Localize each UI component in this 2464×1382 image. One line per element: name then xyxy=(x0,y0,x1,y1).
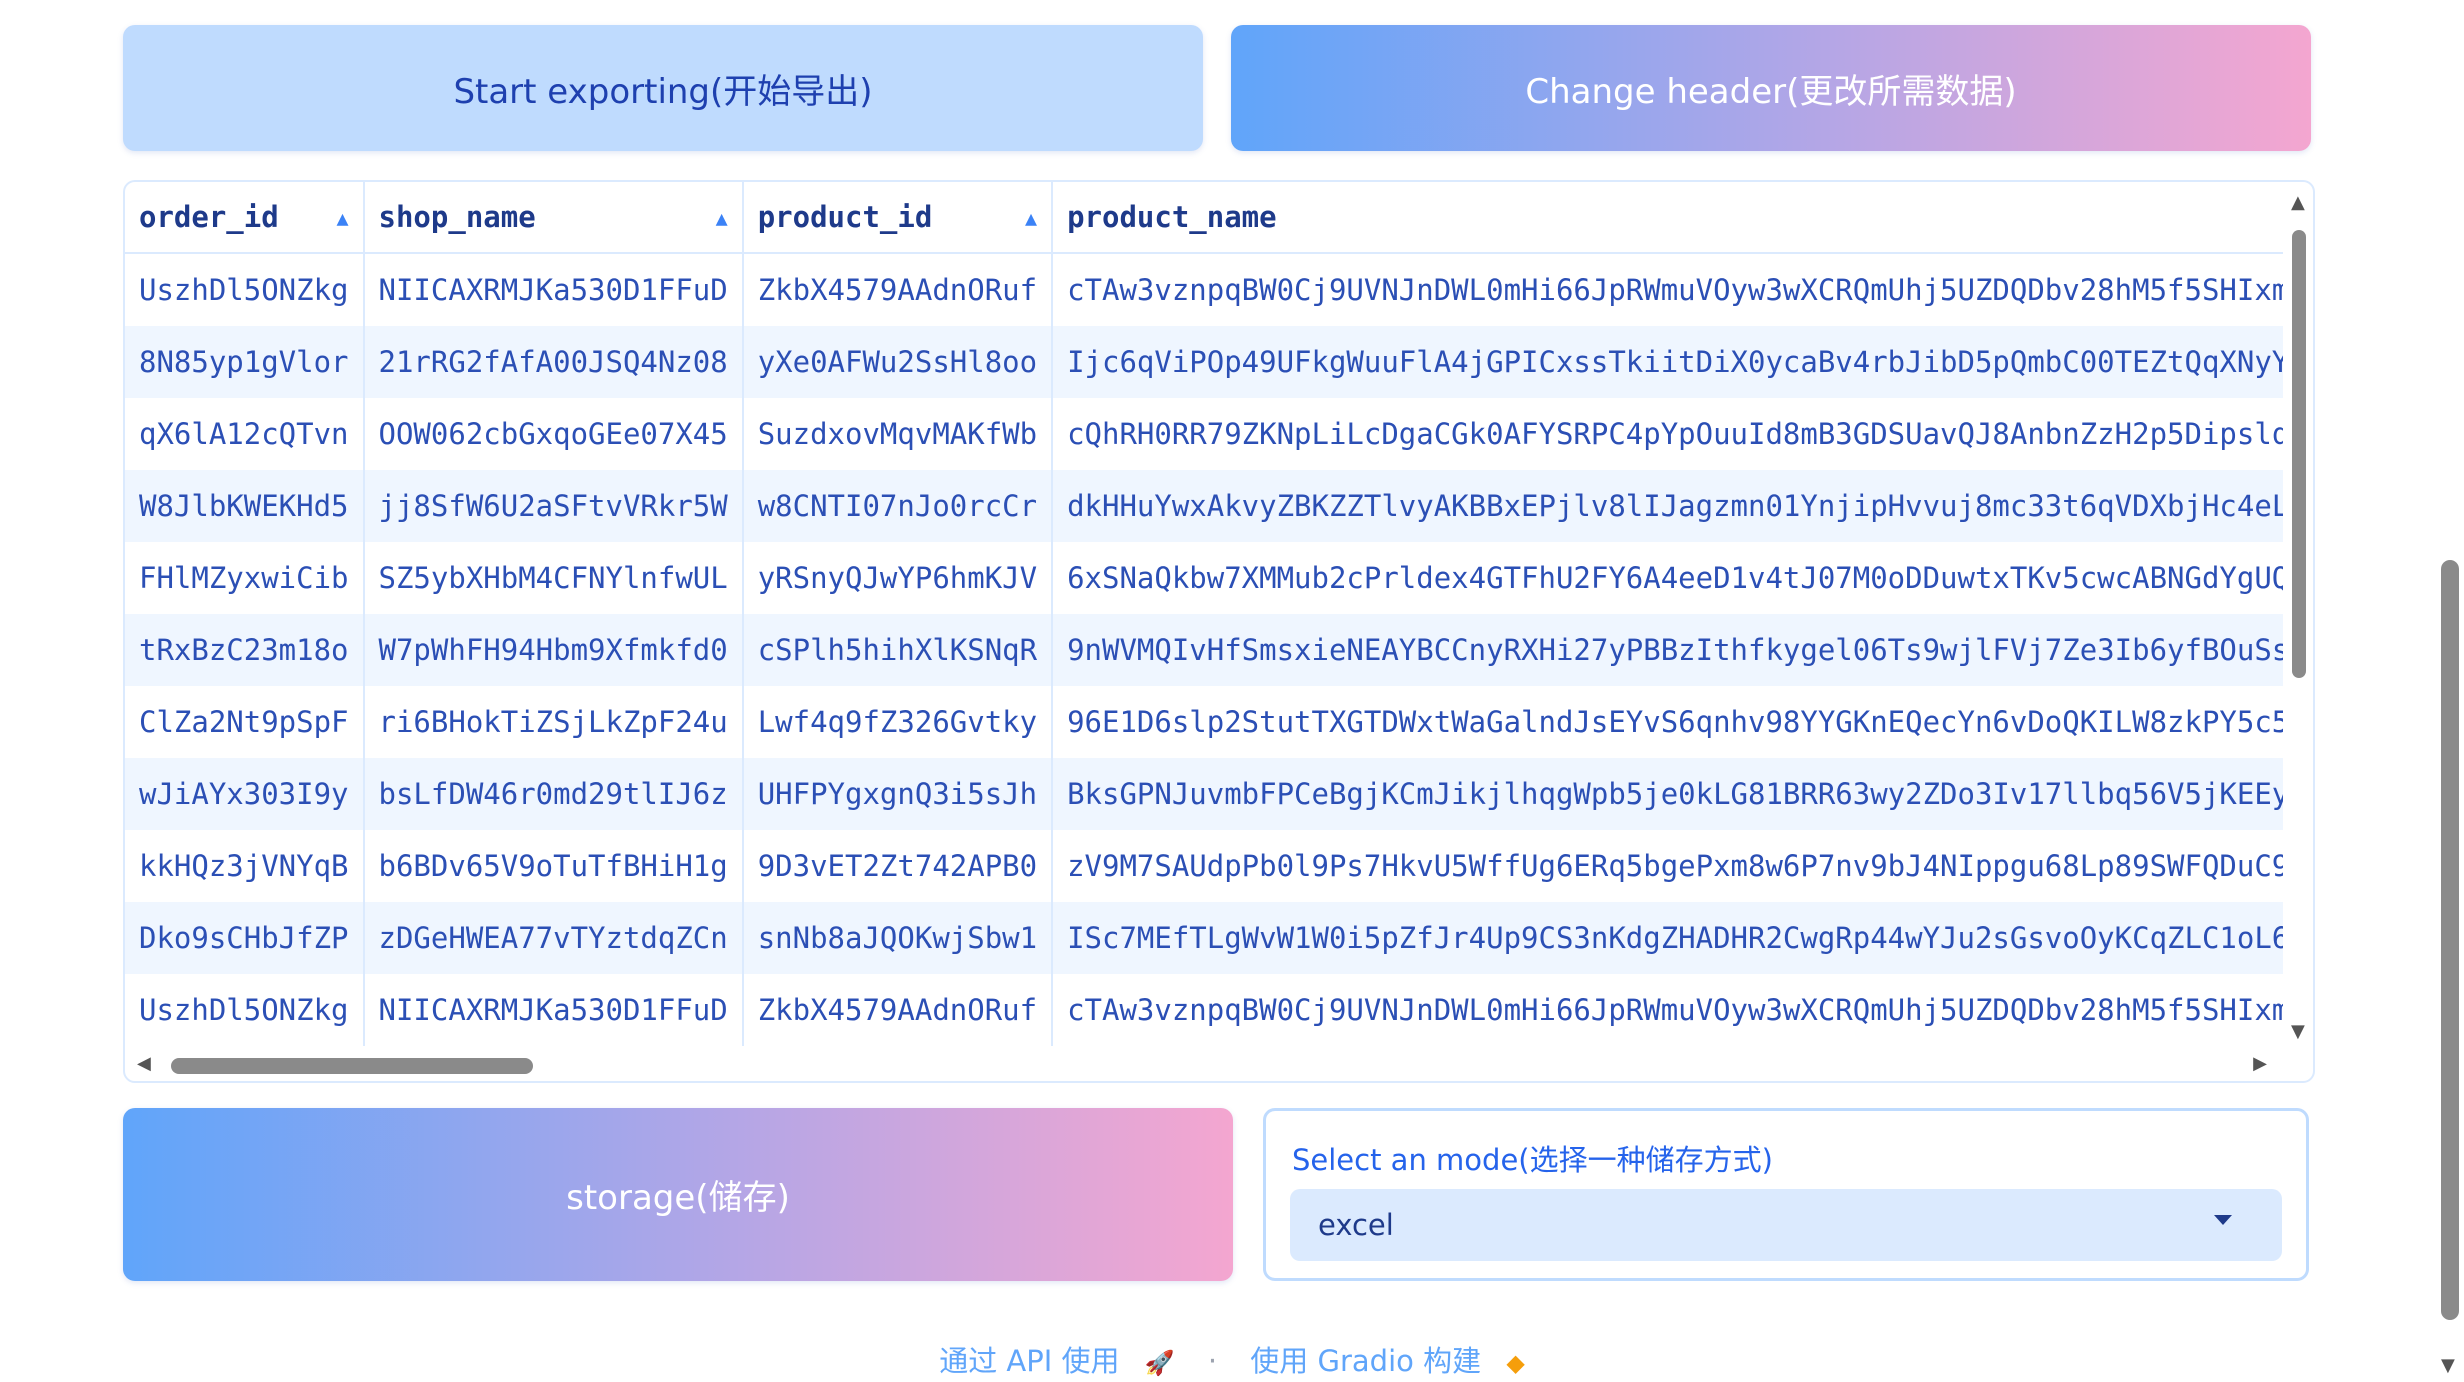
table-cell[interactable]: UszhDl5ONZkg xyxy=(125,974,365,1046)
table-cell[interactable]: qX6lA12cQTvn xyxy=(125,398,365,470)
api-link[interactable]: 通过 API 使用 🚀 xyxy=(931,1344,1182,1378)
table-horizontal-scrollbar[interactable]: ◀ ▶ xyxy=(125,1049,2313,1081)
table-cell[interactable]: ZkbX4579AAdnORuf xyxy=(742,974,1054,1046)
table-cell[interactable]: Dko9sCHbJfZP xyxy=(125,902,365,974)
column-header-label: order_id xyxy=(139,200,279,234)
table-row: kkHQz3jVNYqB b6BDv65V9oTuTfBHiH1g 9D3vET2Z… xyxy=(125,830,2283,902)
table-cell[interactable]: 6xSNaQkbw7XMMub2cPrldex4GTFhU2FY6A4eeD1v… xyxy=(1052,542,2283,614)
chevron-down-icon[interactable] xyxy=(2214,1215,2232,1225)
mode-dropdown[interactable]: excel xyxy=(1290,1189,2282,1261)
api-link-label: 通过 API 使用 xyxy=(939,1344,1120,1378)
table-cell[interactable]: w8CNTI07nJo0rcCr xyxy=(742,470,1054,542)
table-cell[interactable]: ZkbX4579AAdnORuf xyxy=(742,253,1054,326)
table-cell[interactable]: zDGeHWEA77vTYztdqZCn xyxy=(363,902,744,974)
sort-asc-icon[interactable]: ▲ xyxy=(1025,206,1037,230)
table-cell[interactable]: cTAw3vznpqBW0Cj9UVNJnDWL0mHi66JpRWmuVOyw… xyxy=(1052,974,2283,1046)
table-cell[interactable]: UHFPYgxgnQ3i5sJh xyxy=(742,758,1054,830)
gradio-logo-icon: ◆ xyxy=(1506,1349,1525,1377)
table-cell[interactable]: cTAw3vznpqBW0Cj9UVNJnDWL0mHi66JpRWmuVOyw… xyxy=(1052,253,2283,326)
table-cell[interactable]: 8N85yp1gVlor xyxy=(125,326,365,398)
table-cell[interactable]: bsLfDW46r0md29tlIJ6z xyxy=(363,758,744,830)
sort-asc-icon[interactable]: ▲ xyxy=(336,206,348,230)
footer: 通过 API 使用 🚀 · 使用 Gradio 构建 ◆ xyxy=(0,1338,2464,1380)
change-header-button[interactable]: Change header(更改所需数据) xyxy=(1231,25,2311,151)
column-header-shop-name[interactable]: shop_name ▲ xyxy=(363,182,744,254)
table-cell[interactable]: cQhRH0RR79ZKNpLiLcDgaCGk0AFYSRPC4pYpOuuI… xyxy=(1052,398,2283,470)
table-cell[interactable]: SuzdxovMqvMAKfWb xyxy=(742,398,1054,470)
table-cell[interactable]: ri6BHokTiZSjLkZpF24u xyxy=(363,686,744,758)
table-cell[interactable]: Lwf4q9fZ326Gvtky xyxy=(742,686,1054,758)
table-cell[interactable]: ClZa2Nt9pSpF xyxy=(125,686,365,758)
mode-select-label: Select an mode(选择一种储存方式) xyxy=(1292,1143,1773,1177)
table-cell[interactable]: NIICAXRMJKa530D1FFuD xyxy=(363,974,744,1046)
table-cell[interactable]: wJiAYx303I9y xyxy=(125,758,365,830)
rocket-icon: 🚀 xyxy=(1144,1349,1175,1377)
gradio-link[interactable]: 使用 Gradio 构建 ◆ xyxy=(1242,1344,1533,1378)
scrollbar-thumb[interactable] xyxy=(2441,560,2459,1320)
scroll-left-icon[interactable]: ◀ xyxy=(137,1053,151,1074)
table-cell[interactable]: W7pWhFH94Hbm9Xfmkfd0 xyxy=(363,614,744,686)
table-cell[interactable]: Ijc6qViPOp49UFkgWuuFlA4jGPICxssTkiitDiX0… xyxy=(1052,326,2283,398)
table-cell[interactable]: OOW062cbGxqoGEe07X45 xyxy=(363,398,744,470)
table-cell[interactable]: UszhDl5ONZkg xyxy=(125,253,365,326)
page-vertical-scrollbar[interactable]: ▼ xyxy=(2438,0,2464,1382)
table-row: Dko9sCHbJfZP zDGeHWEA77vTYztdqZCn snNb8aJQ… xyxy=(125,902,2283,974)
table-cell[interactable]: zV9M7SAUdpPb0l9Ps7HkvU5WffUg6ERq5bgePxm8… xyxy=(1052,830,2283,902)
table-cell[interactable]: BksGPNJuvmbFPCeBgjKCmJikjlhqgWpb5je0kLG8… xyxy=(1052,758,2283,830)
table-cell[interactable]: NIICAXRMJKa530D1FFuD xyxy=(363,253,744,326)
table-cell[interactable]: W8JlbKWEKHd5 xyxy=(125,470,365,542)
table-cell[interactable]: dkHHuYwxAkvyZBKZZTlvyAKBBxEPjlv8lIJagzmn… xyxy=(1052,470,2283,542)
gradio-link-label: 使用 Gradio 构建 xyxy=(1250,1344,1482,1378)
table-cell[interactable]: yRSnyQJwYP6hmKJV xyxy=(742,542,1054,614)
scroll-up-icon[interactable]: ▲ xyxy=(2291,192,2305,213)
storage-button[interactable]: storage(储存) xyxy=(123,1108,1233,1281)
table-row: UszhDl5ONZkg NIICAXRMJKa530D1FFuD ZkbX4579… xyxy=(125,974,2283,1046)
table-header-row: order_id ▲ shop_name ▲ product_id ▲ product… xyxy=(125,182,2283,254)
table-cell[interactable]: SZ5ybXHbM4CFNYlnfwUL xyxy=(363,542,744,614)
table-cell[interactable]: yXe0AFWu2SsHl8oo xyxy=(742,326,1054,398)
mode-select-panel: Select an mode(选择一种储存方式) excel xyxy=(1263,1108,2309,1281)
table-cell[interactable]: tRxBzC23m18o xyxy=(125,614,365,686)
table-cell[interactable]: 9D3vET2Zt742APB0 xyxy=(742,830,1054,902)
footer-separator: · xyxy=(1207,1344,1218,1378)
table-row: 8N85yp1gVlor 21rRG2fAfA00JSQ4Nz08 yXe0AFWu… xyxy=(125,326,2283,398)
table-cell[interactable]: ISc7MEfTLgWvW1W0i5pZfJr4Up9CS3nKdgZHADHR… xyxy=(1052,902,2283,974)
table-row: UszhDl5ONZkg NIICAXRMJKa530D1FFuD ZkbX4579… xyxy=(125,253,2283,326)
start-exporting-button[interactable]: Start exporting(开始导出) xyxy=(123,25,1203,151)
scroll-right-icon[interactable]: ▶ xyxy=(2253,1053,2267,1074)
table-cell[interactable]: snNb8aJQOKwjSbw1 xyxy=(742,902,1054,974)
table-cell[interactable]: 21rRG2fAfA00JSQ4Nz08 xyxy=(363,326,744,398)
scrollbar-thumb[interactable] xyxy=(171,1058,533,1074)
mode-selected-value: excel xyxy=(1318,1208,1394,1242)
table-cell[interactable]: jj8SfW6U2aSFtvVRkr5W xyxy=(363,470,744,542)
table-row: qX6lA12cQTvn OOW062cbGxqoGEe07X45 SuzdxovM… xyxy=(125,398,2283,470)
table-row: W8JlbKWEKHd5 jj8SfW6U2aSFtvVRkr5W w8CNTI07… xyxy=(125,470,2283,542)
column-header-product-name[interactable]: product_name xyxy=(1052,182,2283,254)
column-header-label: product_id xyxy=(757,200,933,234)
column-header-label: product_name xyxy=(1067,200,1277,234)
table-row: tRxBzC23m18o W7pWhFH94Hbm9Xfmkfd0 cSPlh5hi… xyxy=(125,614,2283,686)
data-table-panel: order_id ▲ shop_name ▲ product_id ▲ product… xyxy=(123,180,2315,1083)
column-header-order-id[interactable]: order_id ▲ xyxy=(125,182,365,254)
table-cell[interactable]: 96E1D6slp2StutTXGTDWxtWaGalndJsEYvS6qnhv… xyxy=(1052,686,2283,758)
table-cell[interactable]: b6BDv65V9oTuTfBHiH1g xyxy=(363,830,744,902)
table-row: ClZa2Nt9pSpF ri6BHokTiZSjLkZpF24u Lwf4q9fZ… xyxy=(125,686,2283,758)
column-header-product-id[interactable]: product_id ▲ xyxy=(742,182,1054,254)
data-table-viewport: order_id ▲ shop_name ▲ product_id ▲ product… xyxy=(125,182,2283,1048)
table-cell[interactable]: FHlMZyxwiCib xyxy=(125,542,365,614)
table-cell[interactable]: cSPlh5hihXlKSNqR xyxy=(742,614,1054,686)
sort-asc-icon[interactable]: ▲ xyxy=(716,206,728,230)
table-row: FHlMZyxwiCib SZ5ybXHbM4CFNYlnfwUL yRSnyQJw… xyxy=(125,542,2283,614)
table-body: UszhDl5ONZkg NIICAXRMJKa530D1FFuD ZkbX4579… xyxy=(125,253,2283,1046)
column-header-label: shop_name xyxy=(378,200,536,234)
table-vertical-scrollbar[interactable]: ▲ ▼ xyxy=(2285,182,2313,1048)
table-row: wJiAYx303I9y bsLfDW46r0md29tlIJ6z UHFPYgxg… xyxy=(125,758,2283,830)
scroll-down-icon[interactable]: ▼ xyxy=(2291,1021,2305,1042)
table-cell[interactable]: 9nWVMQIvHfSmsxieNEAYBCCnyRXHi27yPBBzIthf… xyxy=(1052,614,2283,686)
table-cell[interactable]: kkHQz3jVNYqB xyxy=(125,830,365,902)
scrollbar-thumb[interactable] xyxy=(2292,230,2306,678)
data-table: order_id ▲ shop_name ▲ product_id ▲ product… xyxy=(125,182,2283,1046)
